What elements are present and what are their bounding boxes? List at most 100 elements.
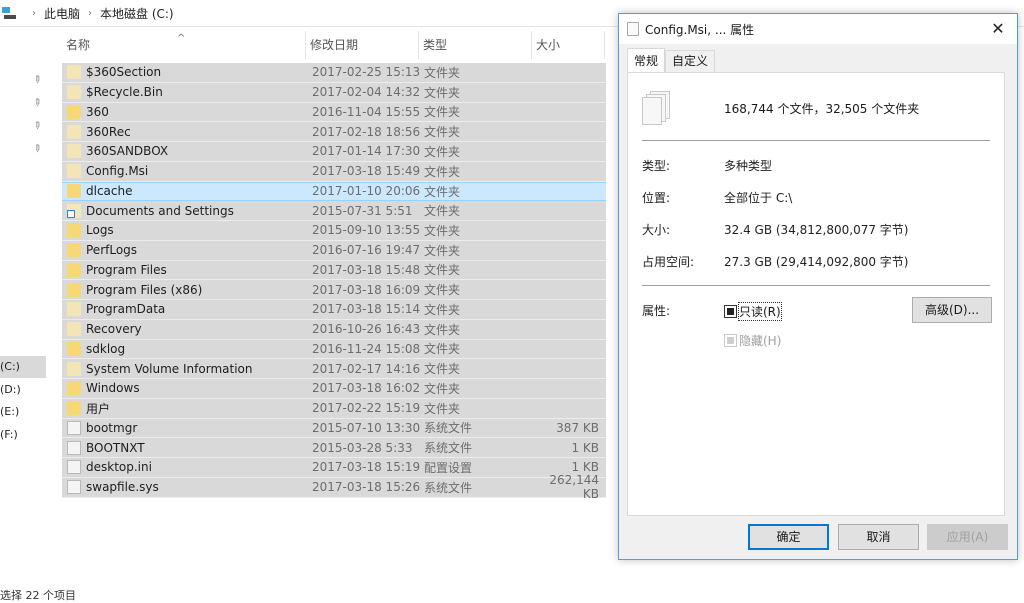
file-name[interactable]: bootmgr bbox=[86, 421, 137, 435]
file-row[interactable]: BOOTNXT 2015-03-28 5:33 系统文件 1 KB bbox=[62, 438, 606, 458]
file-name-cell[interactable]: swapfile.sys bbox=[62, 480, 306, 495]
file-name-cell[interactable]: ProgramData bbox=[62, 302, 306, 317]
file-name-cell[interactable]: $Recycle.Bin bbox=[62, 85, 306, 100]
file-name-cell[interactable]: 360 bbox=[62, 104, 306, 119]
column-header-size[interactable]: 大小 bbox=[532, 31, 605, 59]
readonly-label[interactable]: 只读(R) bbox=[738, 302, 782, 321]
file-name-cell[interactable]: 360SANDBOX bbox=[62, 144, 306, 159]
file-name-cell[interactable]: sdklog bbox=[62, 341, 306, 356]
nav-drive-c[interactable]: (C:) bbox=[0, 356, 46, 378]
file-name[interactable]: Documents and Settings bbox=[86, 204, 234, 218]
file-name-cell[interactable]: Program Files bbox=[62, 262, 306, 277]
nav-drive-f[interactable]: (F:) bbox=[0, 424, 46, 446]
advanced-button[interactable]: 高级(D)... bbox=[912, 297, 992, 323]
chevron-right-icon[interactable]: › bbox=[32, 8, 36, 19]
file-name[interactable]: Config.Msi bbox=[86, 164, 148, 178]
file-row[interactable]: desktop.ini 2017-03-18 15:19 配置设置 1 KB bbox=[62, 458, 606, 478]
checkbox-indeterminate-icon[interactable] bbox=[724, 305, 737, 318]
file-row[interactable]: $Recycle.Bin 2017-02-04 14:32 文件夹 bbox=[62, 82, 606, 103]
file-name[interactable]: ProgramData bbox=[86, 302, 165, 316]
file-type: 文件夹 bbox=[424, 302, 461, 317]
file-name[interactable]: sdklog bbox=[86, 342, 125, 356]
cancel-button[interactable]: 取消 bbox=[838, 524, 919, 550]
file-type: 文件夹 bbox=[424, 85, 461, 100]
file-row[interactable]: sdklog 2016-11-24 15:08 文件夹 bbox=[62, 339, 606, 360]
file-name[interactable]: dlcache bbox=[86, 184, 133, 198]
file-name[interactable]: Program Files bbox=[86, 263, 167, 277]
nav-drive-d[interactable]: (D:) bbox=[0, 379, 46, 401]
file-name[interactable]: Windows bbox=[86, 381, 140, 395]
file-name-cell[interactable]: dlcache bbox=[62, 184, 306, 199]
file-name-cell[interactable]: bootmgr bbox=[62, 420, 306, 435]
breadcrumb-local-disk[interactable]: 本地磁盘 (C:) bbox=[100, 5, 174, 22]
file-row[interactable]: ProgramData 2017-03-18 15:14 文件夹 bbox=[62, 300, 606, 320]
file-type: 文件夹 bbox=[424, 144, 461, 159]
tab-custom[interactable]: 自定义 bbox=[665, 50, 716, 72]
file-name-cell[interactable]: BOOTNXT bbox=[62, 440, 306, 455]
pin-icon[interactable]: ✎ bbox=[30, 119, 44, 134]
file-name[interactable]: $360Section bbox=[86, 65, 161, 79]
file-row[interactable]: bootmgr 2015-07-10 13:30 系统文件 387 KB bbox=[62, 418, 606, 439]
chevron-right-icon[interactable]: › bbox=[88, 8, 92, 19]
file-name-cell[interactable]: 360Rec bbox=[62, 124, 306, 139]
file-name[interactable]: desktop.ini bbox=[86, 460, 152, 474]
readonly-checkbox[interactable]: 只读(R) bbox=[724, 302, 782, 321]
file-name[interactable]: Logs bbox=[86, 223, 114, 237]
pin-icon[interactable]: ✎ bbox=[30, 73, 44, 88]
file-name[interactable]: 用户 bbox=[86, 400, 110, 417]
file-name-cell[interactable]: Program Files (x86) bbox=[62, 282, 306, 297]
tab-general[interactable]: 常规 bbox=[627, 48, 666, 72]
file-name-cell[interactable]: Documents and Settings bbox=[62, 203, 306, 218]
file-row[interactable]: Windows 2017-03-18 16:02 文件夹 bbox=[62, 379, 606, 399]
file-name-cell[interactable]: System Volume Information bbox=[62, 361, 306, 376]
file-name[interactable]: 360SANDBOX bbox=[86, 144, 168, 158]
file-name-cell[interactable]: Recovery bbox=[62, 322, 306, 337]
file-row[interactable]: PerfLogs 2016-07-16 19:47 文件夹 bbox=[62, 240, 606, 261]
file-type: 文件夹 bbox=[424, 283, 461, 298]
close-button[interactable]: ✕ bbox=[987, 18, 1009, 40]
file-row[interactable]: swapfile.sys 2017-03-18 15:26 系统文件 262,144 … bbox=[62, 473, 606, 501]
file-row[interactable]: dlcache 2017-01-10 20:06 文件夹 bbox=[62, 181, 606, 202]
file-type: 系统文件 bbox=[424, 480, 473, 495]
file-name-cell[interactable]: 用户 bbox=[62, 400, 306, 417]
file-row[interactable]: 用户 2017-02-22 15:19 文件夹 bbox=[62, 398, 606, 419]
file-name-cell[interactable]: Config.Msi bbox=[62, 164, 306, 179]
file-name[interactable]: BOOTNXT bbox=[86, 441, 145, 455]
file-name-cell[interactable]: PerfLogs bbox=[62, 243, 306, 258]
pin-icon[interactable]: ✎ bbox=[30, 96, 44, 111]
file-name-cell[interactable]: $360Section bbox=[62, 65, 306, 80]
file-name[interactable]: PerfLogs bbox=[86, 243, 137, 257]
file-row[interactable]: 360Rec 2017-02-18 18:56 文件夹 bbox=[62, 122, 606, 142]
breadcrumb-this-pc[interactable]: 此电脑 bbox=[44, 5, 80, 22]
dialog-title-bar[interactable]: Config.Msi, ... 属性 ✕ bbox=[619, 14, 1017, 44]
size-label: 大小: bbox=[642, 223, 671, 237]
file-name[interactable]: Recovery bbox=[86, 322, 142, 336]
file-row[interactable]: $360Section 2017-02-25 15:13 文件夹 bbox=[62, 63, 606, 83]
column-header-type[interactable]: 类型 bbox=[419, 31, 532, 59]
file-row[interactable]: System Volume Information 2017-02-17 14:1… bbox=[62, 359, 606, 379]
file-name[interactable]: swapfile.sys bbox=[86, 480, 159, 494]
file-name-cell[interactable]: desktop.ini bbox=[62, 460, 306, 475]
file-name[interactable]: Program Files (x86) bbox=[86, 283, 202, 297]
file-name[interactable]: $Recycle.Bin bbox=[86, 85, 163, 99]
file-row[interactable]: Logs 2015-09-10 13:55 文件夹 bbox=[62, 221, 606, 241]
file-row[interactable]: Config.Msi 2017-03-18 15:49 文件夹 bbox=[62, 161, 606, 182]
file-name-cell[interactable]: Windows bbox=[62, 381, 306, 396]
file-name-cell[interactable]: Logs bbox=[62, 223, 306, 238]
file-row[interactable]: Program Files 2017-03-18 15:48 文件夹 bbox=[62, 260, 606, 281]
nav-drive-e[interactable]: (E:) bbox=[0, 401, 46, 423]
column-header-date[interactable]: 修改日期 bbox=[306, 31, 419, 59]
file-row[interactable]: 360SANDBOX 2017-01-14 17:30 文件夹 bbox=[62, 142, 606, 162]
file-name[interactable]: System Volume Information bbox=[86, 362, 252, 376]
file-row[interactable]: Documents and Settings 2015-07-31 5:51 文件夹 bbox=[62, 201, 606, 221]
file-row[interactable]: Program Files (x86) 2017-03-18 16:09 文件夹 bbox=[62, 280, 606, 300]
file-name[interactable]: 360 bbox=[86, 105, 109, 119]
file-row[interactable]: 360 2016-11-04 15:55 文件夹 bbox=[62, 102, 606, 123]
file-row[interactable]: Recovery 2016-10-26 16:43 文件夹 bbox=[62, 319, 606, 340]
file-type: 文件夹 bbox=[424, 184, 461, 199]
column-header-name[interactable]: ^ 名称 bbox=[62, 31, 306, 59]
file-name[interactable]: 360Rec bbox=[86, 125, 131, 139]
ok-button[interactable]: 确定 bbox=[748, 524, 829, 550]
file-type: 系统文件 bbox=[424, 421, 473, 436]
pin-icon[interactable]: ✎ bbox=[30, 142, 44, 157]
